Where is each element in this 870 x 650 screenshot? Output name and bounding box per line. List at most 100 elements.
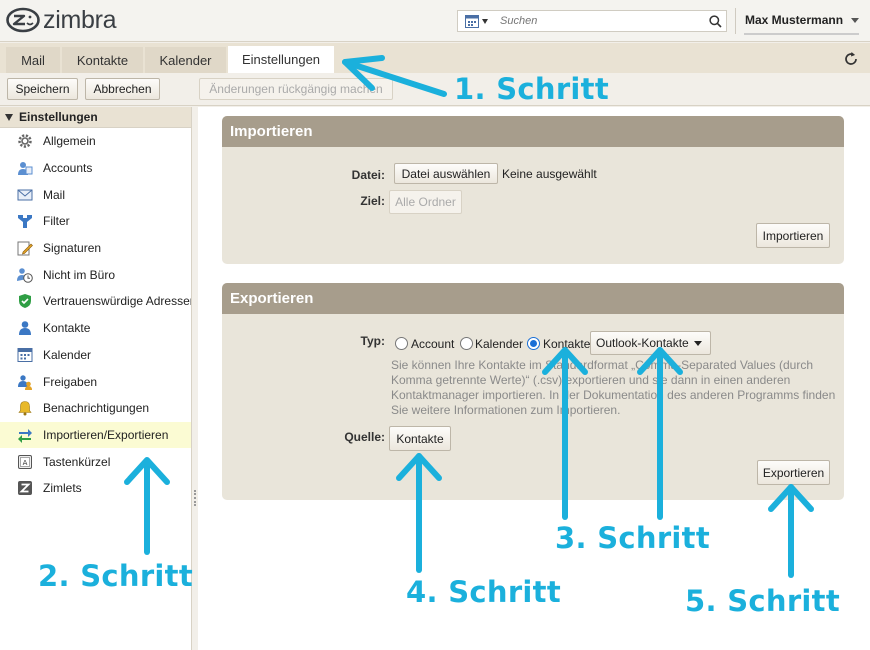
import-panel: Importieren Datei: Datei auswählen Keine…	[222, 116, 844, 264]
contact-icon	[17, 320, 33, 336]
search-icon	[708, 14, 722, 28]
sidebar-item-zimlets[interactable]: Zimlets	[0, 475, 191, 502]
divider	[744, 33, 859, 35]
search-type-dropdown[interactable]	[458, 11, 496, 31]
collapse-triangle-icon[interactable]	[5, 113, 13, 121]
export-button[interactable]: Exportieren	[757, 460, 830, 485]
export-panel-title: Exportieren	[222, 283, 844, 314]
annotation-step-4: 4. Schritt	[406, 575, 561, 609]
cancel-button[interactable]: Abbrechen	[85, 78, 160, 100]
sidebar-item-label: Nicht im Büro	[43, 267, 116, 282]
radio-calendar[interactable]	[460, 337, 473, 350]
choose-file-button[interactable]: Datei auswählen	[394, 163, 498, 184]
toolbar: Speichern Abbrechen Änderungen rückgängi…	[0, 73, 870, 106]
app-tab-bar: Mail Kontakte Kalender Einstellungen	[0, 43, 870, 73]
source-label: Quelle:	[344, 430, 385, 444]
target-folder-button[interactable]: Alle Ordner	[389, 190, 462, 214]
tab-contacts[interactable]: Kontakte	[62, 47, 143, 73]
sidebar-item-label: Accounts	[43, 161, 93, 176]
top-bar: zimbra Max Mustermann	[0, 0, 870, 42]
import-export-icon	[17, 427, 33, 443]
refresh-icon[interactable]	[842, 50, 860, 68]
sidebar-item-general[interactable]: Allgemein	[0, 128, 191, 155]
search-box	[457, 10, 727, 32]
sidebar-item-sharing[interactable]: Freigaben	[0, 368, 191, 395]
chevron-down-icon[interactable]	[851, 18, 859, 23]
export-description: Sie können Ihre Kontakte im Standardform…	[391, 358, 836, 417]
sidebar-item-shortcuts[interactable]: A Tastenkürzel	[0, 448, 191, 475]
search-button[interactable]	[704, 11, 726, 31]
user-menu[interactable]: Max Mustermann	[745, 13, 843, 27]
sidebar-item-label: Allgemein	[43, 134, 96, 149]
signature-icon	[17, 240, 33, 256]
chevron-down-icon	[694, 341, 702, 346]
target-label: Ziel:	[360, 194, 385, 208]
sidebar-item-mail[interactable]: Mail	[0, 181, 191, 208]
sidebar-item-label: Kontakte	[43, 321, 91, 336]
mail-icon	[17, 187, 33, 203]
tab-calendar[interactable]: Kalender	[145, 47, 226, 73]
sidebar-item-filter[interactable]: Filter	[0, 208, 191, 235]
sidebar-item-label: Signaturen	[43, 241, 102, 256]
tab-settings[interactable]: Einstellungen	[228, 46, 334, 73]
keyboard-icon: A	[17, 454, 33, 470]
sidebar-item-label: Freigaben	[43, 374, 98, 389]
export-format-select[interactable]: Outlook-Kontakte	[590, 331, 711, 355]
bell-icon	[17, 400, 33, 416]
annotation-step-3: 3. Schritt	[555, 521, 710, 555]
sidebar-item-signatures[interactable]: Signaturen	[0, 235, 191, 262]
sidebar-item-calendar[interactable]: Kalender	[0, 342, 191, 369]
radio-contacts[interactable]	[527, 337, 540, 350]
sidebar-item-label: Kalender	[43, 347, 92, 362]
sidebar-item-label: Zimlets	[43, 481, 82, 496]
annotation-step-2: 2. Schritt	[38, 559, 193, 593]
file-status: Keine ausgewählt	[502, 167, 597, 181]
undo-changes-button[interactable]: Änderungen rückgängig machen	[199, 78, 393, 100]
settings-content: Importieren Datei: Datei auswählen Keine…	[198, 107, 870, 650]
annotation-step-5: 5. Schritt	[685, 584, 840, 618]
logo-text: zimbra	[43, 6, 117, 34]
sidebar-item-trusted-addresses[interactable]: Vertrauenswürdige Adressen	[0, 288, 191, 315]
splitter-handle[interactable]	[194, 490, 196, 506]
calendar-icon	[465, 14, 479, 28]
sidebar-item-label: Tastenkürzel	[43, 454, 111, 469]
radio-account[interactable]	[395, 337, 408, 350]
sidebar-header-label: Einstellungen	[19, 110, 98, 124]
radio-account-label[interactable]: Account	[411, 337, 454, 351]
source-folder-button[interactable]: Kontakte	[389, 426, 451, 451]
sidebar-item-label: Importieren/Exportieren	[43, 427, 169, 442]
filter-icon	[17, 213, 33, 229]
sidebar-item-out-of-office[interactable]: Nicht im Büro	[0, 261, 191, 288]
import-button[interactable]: Importieren	[756, 223, 830, 248]
svg-text:A: A	[23, 459, 28, 467]
gear-icon	[17, 133, 33, 149]
import-panel-title: Importieren	[222, 116, 844, 147]
chevron-down-icon	[482, 18, 488, 24]
out-of-office-icon	[17, 267, 33, 283]
sidebar-item-import-export[interactable]: Importieren/Exportieren	[0, 421, 191, 449]
radio-contacts-label[interactable]: Kontakte	[543, 337, 590, 351]
annotation-step-1: 1. Schritt	[454, 72, 609, 106]
radio-calendar-label[interactable]: Kalender	[475, 337, 523, 351]
sidebar-item-accounts[interactable]: Accounts	[0, 155, 191, 182]
sidebar-item-label: Vertrauenswürdige Adressen	[43, 294, 191, 309]
zimbra-logo-icon	[6, 7, 40, 33]
calendar-icon	[17, 347, 33, 363]
sidebar-item-label: Benachrichtigungen	[43, 401, 150, 416]
type-label: Typ:	[360, 334, 385, 348]
sidebar-item-notifications[interactable]: Benachrichtigungen	[0, 395, 191, 422]
search-input[interactable]	[496, 11, 704, 31]
divider	[735, 8, 736, 34]
tab-mail[interactable]: Mail	[6, 47, 60, 73]
save-button[interactable]: Speichern	[7, 78, 78, 100]
sidebar-item-contacts[interactable]: Kontakte	[0, 315, 191, 342]
sidebar-item-label: Mail	[43, 187, 66, 202]
sidebar-header[interactable]: Einstellungen	[0, 107, 191, 128]
shield-icon	[17, 293, 33, 309]
export-panel: Exportieren Typ: Account Kalender Kontak…	[222, 283, 844, 500]
accounts-icon	[17, 160, 33, 176]
zimbra-logo[interactable]: zimbra	[6, 6, 117, 34]
export-format-value: Outlook-Kontakte	[596, 336, 689, 350]
sidebar-item-label: Filter	[43, 214, 70, 229]
file-label: Datei:	[351, 168, 385, 182]
